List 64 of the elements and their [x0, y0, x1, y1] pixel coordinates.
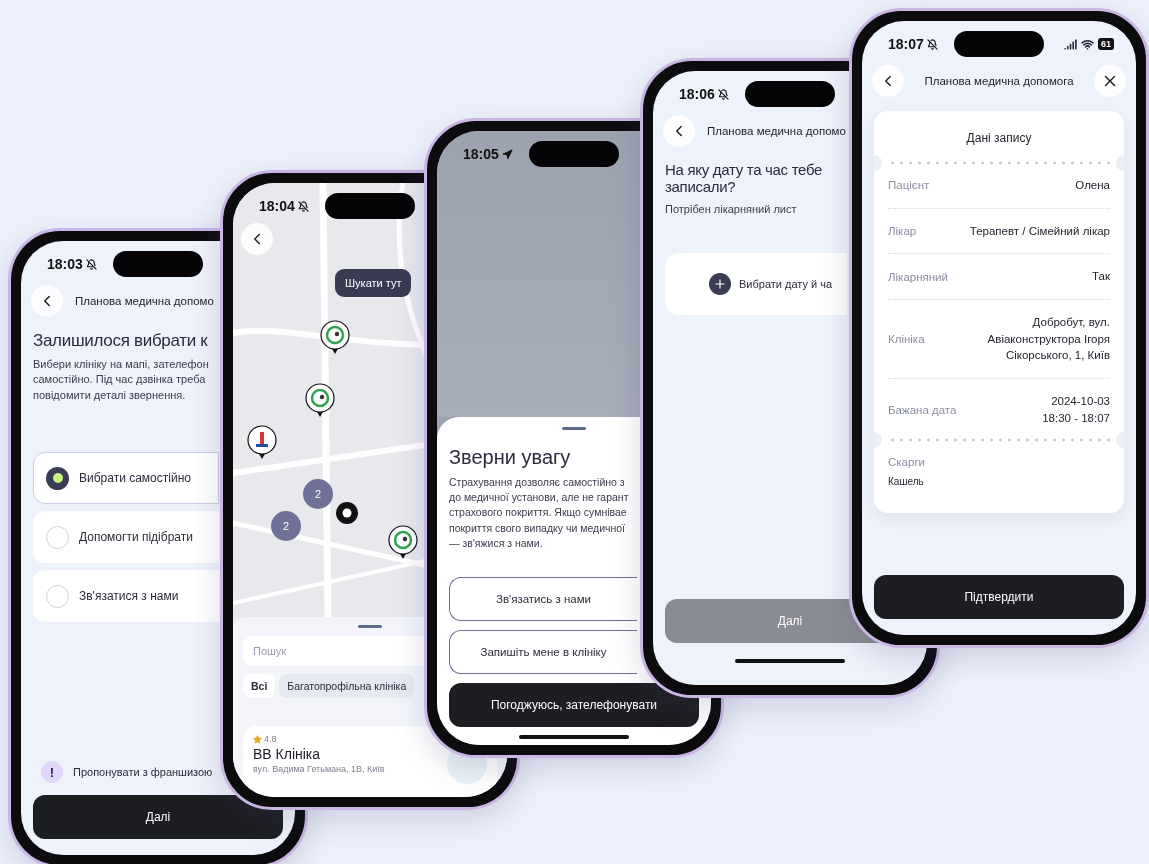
notice-text: Пропонувати з франшизою	[73, 766, 213, 778]
date-time-picker-button[interactable]: Вибрати дату й ча	[665, 253, 847, 316]
field-value: Терапевт / Сімейний лікар	[969, 223, 1110, 239]
field-value: Олена	[1075, 178, 1110, 193]
confirm-button[interactable]: Підтвердити	[874, 575, 1124, 619]
radio-button[interactable]	[46, 525, 69, 549]
clinic-address: вул. Вадима Гетьмана, 1В, Київ	[253, 764, 386, 774]
sheet-title: Зверни увагу	[449, 445, 572, 469]
option-row[interactable]: Зв'язатися з нами	[33, 570, 219, 623]
status-time: 18:05	[463, 146, 499, 162]
map-pin-icon[interactable]	[305, 383, 335, 418]
radio-button[interactable]	[46, 466, 69, 490]
wifi-icon	[1081, 37, 1094, 51]
subheading-text: Потрібен лікарняний лист	[665, 201, 797, 217]
card-title: Дані запису	[965, 130, 1033, 147]
field-value: Кашель	[888, 476, 925, 488]
field-label: Клініка	[888, 333, 925, 345]
field-value: Так	[1092, 269, 1110, 285]
clinic-card[interactable]: 4.8 BB Клініка вул. Вадима Гетьмана, 1В, Київ	[243, 726, 497, 797]
field-label: Лікар	[888, 225, 917, 237]
next-button[interactable]: Далі	[33, 795, 283, 839]
exclamation-icon: !	[41, 761, 63, 783]
location-arrow-icon	[501, 148, 513, 160]
description-text: Вибери клініку на мапі, зателефон самостійно. Під час дзвінка треба повідомити деталі звернення.	[33, 356, 209, 404]
rating-text: 4.8	[264, 734, 277, 744]
header-title: Планова медична допомога	[923, 75, 1075, 87]
filter-chip[interactable]: Всі	[243, 674, 276, 698]
clinic-pin-icon[interactable]	[247, 425, 277, 460]
filter-chip[interactable]: Багатопрофільна клініка	[279, 674, 415, 698]
field-label: Скарги	[888, 456, 926, 469]
battery-icon: 61	[1098, 38, 1114, 50]
bell-off-icon	[85, 258, 97, 270]
outline-button[interactable]: Запишіть мене в клініку	[449, 630, 637, 674]
status-time: 18:03	[47, 256, 83, 272]
status-time: 18:04	[259, 198, 295, 214]
sheet-text: Страхування дозволяє самостійно з до медичної установи, але не гарант страхового покриття. Якщо сумнівае покриття свого випадку чи медичної — зв'яжися з нами.	[449, 474, 629, 551]
plus-icon	[709, 273, 731, 296]
primary-button[interactable]: Погоджуюсь, зателефонувати	[449, 683, 699, 727]
map-pin-icon[interactable]	[388, 525, 418, 560]
search-here-button[interactable]: Шукати тут	[335, 269, 412, 297]
bell-off-icon	[717, 88, 729, 100]
status-time: 18:07	[888, 36, 924, 52]
close-button[interactable]	[1094, 65, 1126, 97]
field-value: 2024-10-03 18:30 - 18:07	[1042, 394, 1110, 426]
bell-off-icon	[297, 200, 309, 212]
field-label: Лікарняний	[888, 270, 948, 283]
field-label: Бажана дата	[888, 403, 957, 416]
radio-button[interactable]	[46, 584, 69, 608]
field-value: Добробут, вул. Авіаконструктора Ігоря Сікорського, 1, Київ	[987, 315, 1110, 364]
screen-heading: На яку дату та час тебе записали?	[665, 161, 823, 196]
star-icon	[253, 734, 262, 744]
field-label: Пацієнт	[888, 179, 930, 192]
clinic-name: BB Клініка	[253, 746, 322, 762]
signal-icon	[1064, 37, 1077, 51]
option-row[interactable]: Вибрати самостійно	[33, 452, 219, 505]
map-pin-icon[interactable]	[320, 320, 350, 355]
location-marker-icon	[335, 501, 359, 525]
header-title: Планова медична допомо	[75, 295, 214, 307]
outline-button[interactable]: Зв'язатись з нами	[449, 577, 637, 621]
option-row[interactable]: Допомогти підібрати	[33, 511, 219, 564]
header-title: Планова медична допомо	[707, 125, 846, 137]
screen-heading: Залишилося вибрати к	[33, 331, 208, 351]
status-time: 18:06	[679, 86, 715, 102]
bell-off-icon	[926, 38, 938, 50]
